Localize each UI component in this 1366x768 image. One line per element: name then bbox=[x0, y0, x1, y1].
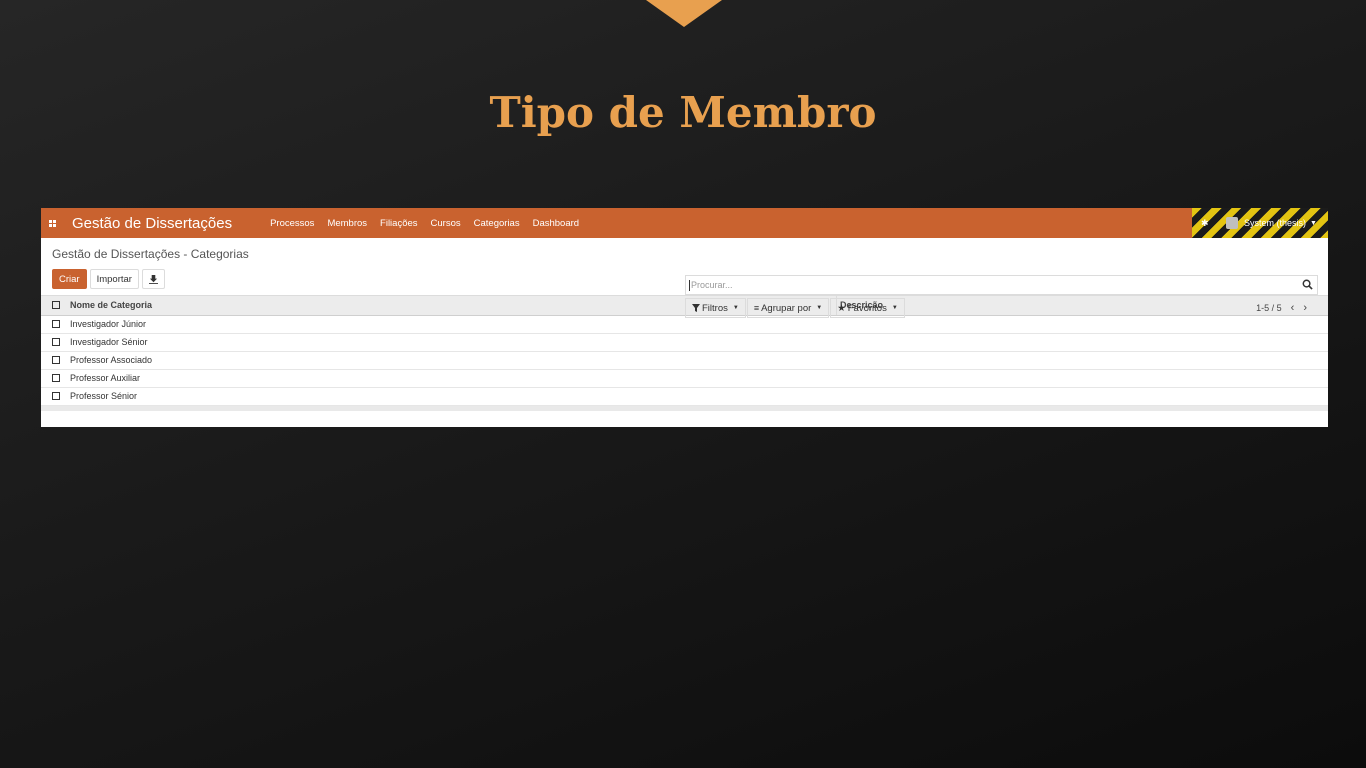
menu-item-cursos[interactable]: Cursos bbox=[431, 218, 461, 229]
cell-description[interactable] bbox=[837, 351, 1329, 369]
search-options: Filtros ▼ ≡ Agrupar por ▼ ★ Favoritos ▼ bbox=[685, 298, 905, 318]
action-buttons: Criar Importar bbox=[52, 269, 165, 289]
filters-label: Filtros bbox=[702, 302, 728, 314]
decorative-triangle bbox=[646, 0, 722, 27]
groupby-label: Agrupar por bbox=[761, 302, 812, 314]
row-checkbox[interactable] bbox=[52, 374, 60, 382]
table-row[interactable]: Professor Auxiliar bbox=[41, 369, 1328, 387]
control-panel: Gestão de Dissertações - Categorias Cria… bbox=[41, 238, 1328, 318]
pager-value[interactable]: 1-5 / 5 bbox=[1256, 303, 1282, 313]
menu-item-categorias[interactable]: Categorias bbox=[474, 218, 520, 229]
caret-down-icon: ▼ bbox=[732, 305, 739, 311]
menu-item-dashboard[interactable]: Dashboard bbox=[533, 218, 579, 229]
search-input[interactable]: Procurar... bbox=[685, 275, 1318, 295]
row-checkbox[interactable] bbox=[52, 338, 60, 346]
search-placeholder: Procurar... bbox=[691, 280, 733, 290]
menu-item-membros[interactable]: Membros bbox=[327, 218, 367, 229]
chevron-down-icon: ▼ bbox=[1310, 219, 1317, 227]
row-checkbox[interactable] bbox=[52, 392, 60, 400]
cell-name[interactable]: Professor Sénior bbox=[70, 387, 837, 405]
menu-item-processos[interactable]: Processos bbox=[270, 218, 314, 229]
main-menu: Processos Membros Filiações Cursos Categ… bbox=[270, 218, 592, 229]
cell-description[interactable] bbox=[837, 333, 1329, 351]
debug-mode-area: ✱ System (thesis) ▼ bbox=[1192, 208, 1328, 238]
chevron-left-icon[interactable]: ‹ bbox=[1291, 302, 1295, 314]
cell-description[interactable] bbox=[837, 387, 1329, 405]
search-icon[interactable] bbox=[1302, 279, 1313, 290]
groupby-button[interactable]: ≡ Agrupar por ▼ bbox=[746, 298, 830, 318]
row-checkbox[interactable] bbox=[52, 320, 60, 328]
app-brand[interactable]: Gestão de Dissertações bbox=[72, 215, 232, 232]
table-row[interactable]: Professor Sénior bbox=[41, 387, 1328, 405]
favorites-label: Favoritos bbox=[847, 302, 887, 314]
avatar bbox=[1226, 217, 1238, 229]
breadcrumb: Gestão de Dissertações - Categorias bbox=[52, 247, 249, 261]
star-icon: ★ bbox=[837, 302, 846, 314]
cell-name[interactable]: Professor Auxiliar bbox=[70, 369, 837, 387]
caret-down-icon: ▼ bbox=[816, 305, 823, 311]
cell-description[interactable] bbox=[837, 315, 1329, 333]
text-cursor bbox=[689, 279, 690, 291]
download-button[interactable] bbox=[141, 269, 165, 289]
list-icon: ≡ bbox=[753, 303, 760, 313]
cell-description[interactable] bbox=[837, 369, 1329, 387]
column-header-description[interactable]: Descrição bbox=[836, 296, 1328, 316]
apps-grid-icon[interactable] bbox=[49, 219, 56, 227]
favorites-button[interactable]: ★ Favoritos ▼ bbox=[830, 298, 905, 318]
slide-title: Tipo de Membro bbox=[489, 88, 877, 137]
select-all-checkbox[interactable] bbox=[52, 301, 60, 310]
filters-button[interactable]: Filtros ▼ bbox=[685, 298, 746, 318]
bug-icon[interactable]: ✱ bbox=[1201, 218, 1210, 228]
filter-icon bbox=[692, 304, 700, 312]
import-button[interactable]: Importar bbox=[89, 269, 139, 289]
user-menu[interactable]: System (thesis) ▼ bbox=[1226, 217, 1317, 229]
cell-name[interactable]: Professor Associado bbox=[70, 351, 837, 369]
create-button[interactable]: Criar bbox=[52, 269, 87, 289]
download-icon bbox=[148, 274, 158, 284]
caret-down-icon: ▼ bbox=[891, 305, 898, 311]
chevron-right-icon[interactable]: › bbox=[1303, 302, 1307, 314]
table-row[interactable]: Professor Associado bbox=[41, 351, 1328, 369]
table-row[interactable]: Investigador Sénior bbox=[41, 333, 1328, 351]
menu-item-filiacoes[interactable]: Filiações bbox=[380, 218, 418, 229]
user-name: System (thesis) bbox=[1244, 218, 1307, 228]
cell-name[interactable]: Investigador Sénior bbox=[70, 333, 837, 351]
row-checkbox[interactable] bbox=[52, 356, 60, 364]
top-navbar: Gestão de Dissertações Processos Membros… bbox=[41, 208, 1328, 238]
table-footer bbox=[41, 405, 1328, 411]
app-window: Gestão de Dissertações Processos Membros… bbox=[41, 208, 1328, 427]
pager: 1-5 / 5 ‹ › bbox=[1256, 302, 1307, 314]
